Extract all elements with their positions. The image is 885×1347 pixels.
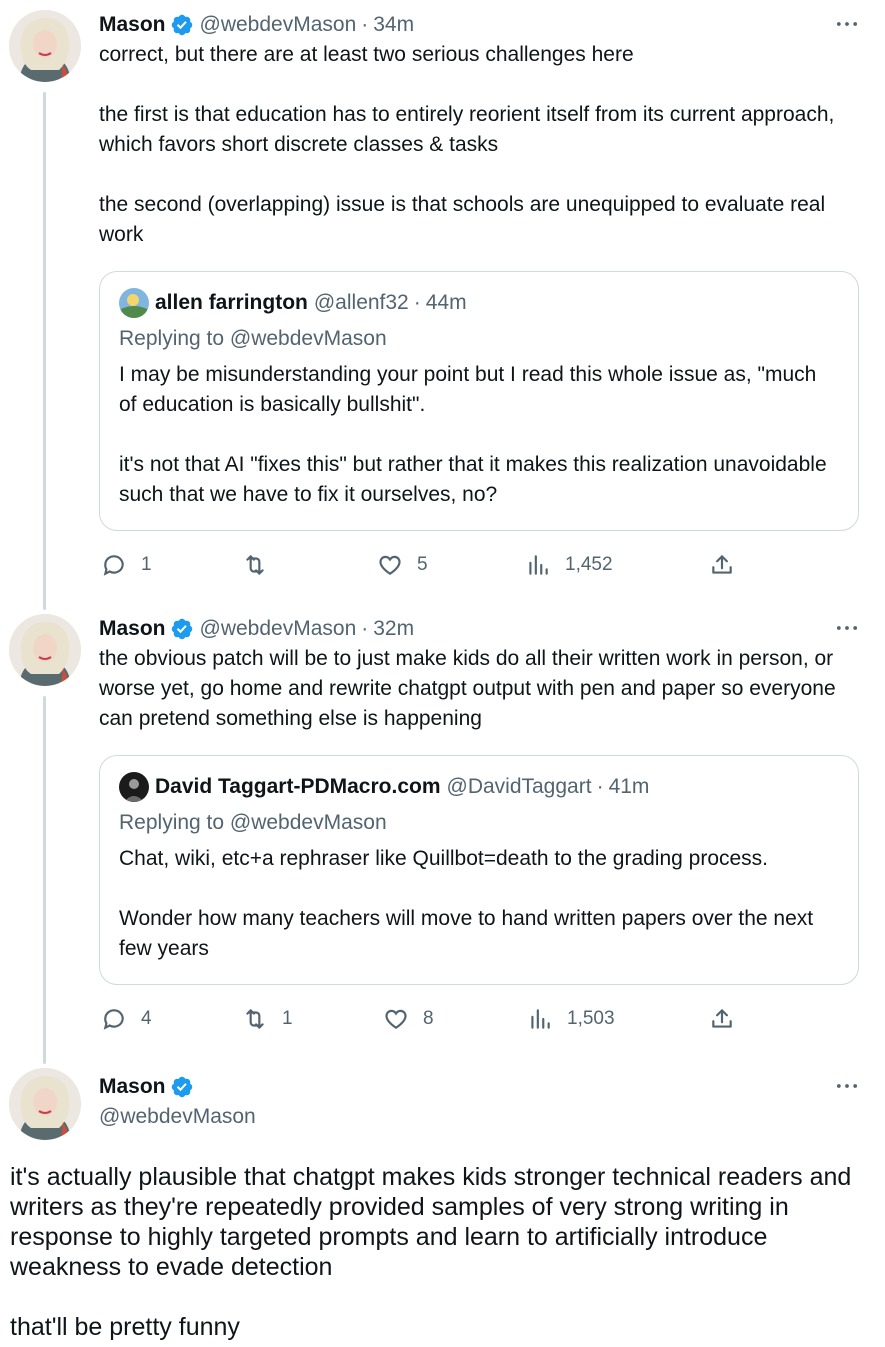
reply-button[interactable]: 4	[101, 1004, 152, 1034]
retweet-icon	[246, 1009, 264, 1029]
views-button[interactable]: 1,452	[525, 550, 613, 580]
quote-timestamp: 41m	[608, 775, 650, 798]
verified-badge-icon	[171, 618, 192, 640]
reply-icon	[103, 555, 124, 576]
quote-avatar	[119, 772, 149, 802]
author-handle[interactable]: @webdevMason	[200, 13, 357, 37]
tweet-actions: 1 5 1,452	[99, 550, 739, 580]
retweet-button[interactable]	[242, 550, 282, 580]
main-tweet-text: it's actually plausible that chatgpt mak…	[10, 1163, 852, 1341]
views-button[interactable]: 1,503	[527, 1004, 615, 1034]
timestamp[interactable]: 32m	[373, 617, 414, 641]
thread-line-2	[43, 696, 46, 1064]
tweet-header: Mason @webdevMason · 32m	[99, 614, 861, 644]
reply-count: 1	[141, 554, 152, 575]
quote-author-handle: @DavidTaggart	[446, 775, 592, 798]
view-count: 1,452	[565, 554, 613, 575]
avatar[interactable]	[9, 10, 81, 82]
tweet-header: Mason	[99, 1072, 861, 1102]
replying-to: Replying to @webdevMason	[119, 811, 387, 834]
quoted-tweet[interactable]: David Taggart-PDMacro.com @DavidTaggart …	[99, 755, 859, 985]
more-options-icon[interactable]	[833, 10, 861, 38]
reply-count: 4	[141, 1008, 152, 1029]
author-handle[interactable]: @webdevMason	[200, 617, 357, 641]
like-count: 8	[423, 1008, 434, 1029]
separator: ·	[596, 775, 604, 798]
more-options-icon[interactable]	[833, 614, 861, 642]
separator: ·	[361, 13, 369, 36]
quote-text: I may be misunderstanding your point but…	[119, 363, 827, 506]
author-handle[interactable]: @webdevMason	[99, 1105, 256, 1129]
tweet-1: Mason @webdevMason · 34m correct, but th…	[99, 10, 861, 250]
quote-author-handle: @allenf32	[313, 291, 409, 314]
separator: ·	[413, 291, 421, 314]
timestamp[interactable]: 34m	[373, 13, 414, 37]
quote-header: David Taggart-PDMacro.com @DavidTaggart …	[119, 772, 839, 802]
tweet-text: correct, but there are at least two seri…	[99, 43, 835, 246]
retweet-button[interactable]: 1	[242, 1004, 293, 1034]
avatar[interactable]	[9, 614, 81, 686]
quote-header: allen farrington @allenf32 · 44m	[119, 288, 839, 318]
reply-button[interactable]: 1	[101, 550, 152, 580]
share-button[interactable]	[709, 1004, 735, 1034]
share-icon	[712, 555, 732, 574]
like-count: 5	[417, 554, 428, 575]
separator: ·	[361, 617, 369, 640]
quote-author-name: allen farrington	[155, 291, 308, 314]
heart-icon	[385, 1009, 407, 1029]
quote-author-name: David Taggart-PDMacro.com	[155, 775, 441, 798]
quote-text: Chat, wiki, etc+a rephraser like Quillbo…	[119, 847, 814, 960]
retweet-icon	[246, 555, 264, 575]
author-name[interactable]: Mason	[99, 13, 166, 37]
tweet-header: Mason @webdevMason · 34m	[99, 10, 861, 40]
like-button[interactable]: 5	[377, 550, 428, 580]
views-chart-icon	[529, 555, 548, 575]
tweet-actions: 4 1 8 1,503	[99, 1004, 739, 1034]
quote-avatar	[119, 288, 149, 318]
avatar[interactable]	[9, 1068, 81, 1140]
share-icon	[712, 1009, 732, 1028]
views-chart-icon	[531, 1009, 550, 1029]
author-name[interactable]: Mason	[99, 617, 166, 641]
like-button[interactable]: 8	[383, 1004, 434, 1034]
verified-badge-icon	[171, 1076, 192, 1098]
retweet-count: 1	[282, 1008, 293, 1029]
verified-badge-icon	[171, 14, 192, 36]
replying-to: Replying to @webdevMason	[119, 327, 387, 350]
heart-icon	[379, 555, 401, 575]
quote-timestamp: 44m	[425, 291, 467, 314]
tweet-2: Mason @webdevMason · 32m the obvious pat…	[99, 614, 861, 734]
share-button[interactable]	[709, 550, 735, 580]
quoted-tweet[interactable]: allen farrington @allenf32 · 44m Replyin…	[99, 271, 859, 531]
author-name[interactable]: Mason	[99, 1075, 166, 1099]
thread-line-1	[43, 92, 46, 610]
reply-icon	[103, 1009, 124, 1030]
view-count: 1,503	[567, 1008, 615, 1029]
tweet-text: the obvious patch will be to just make k…	[99, 647, 842, 730]
handle-row: @webdevMason	[99, 1102, 861, 1132]
main-tweet-header: Mason @webdevMason	[99, 1072, 861, 1132]
more-options-icon[interactable]	[833, 1072, 861, 1100]
